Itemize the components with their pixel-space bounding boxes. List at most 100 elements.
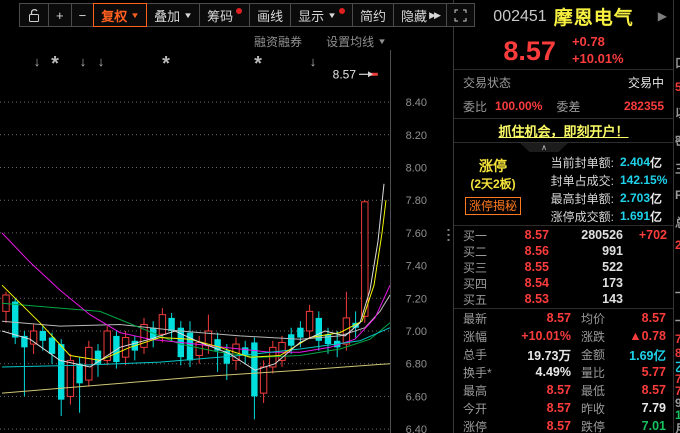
stats-row: 最高 8.57 最低 8.57 bbox=[454, 381, 673, 399]
buy-price: 8.55 bbox=[497, 260, 549, 274]
caret-down-icon: ▼ bbox=[130, 11, 140, 20]
open-account-link[interactable]: 抓住机会，即刻开户！ bbox=[498, 121, 628, 140]
detail-unit: 亿 bbox=[650, 154, 662, 171]
trade-status-value: 交易中 bbox=[628, 74, 664, 91]
chart-toolbar: + − 复权 ▼ 叠加 ▼ 筹码 画线 显示 ▼ 简约 隐藏 ▶▶ bbox=[20, 3, 475, 27]
stat-label: 涨跌 bbox=[581, 328, 623, 345]
trade-status-row: 交易状态 交易中 bbox=[454, 70, 673, 94]
weibi-value: 100.00% bbox=[495, 99, 542, 113]
buy-price: 8.54 bbox=[497, 276, 549, 290]
buy-level-row[interactable]: 买三 8.55 522 bbox=[454, 259, 673, 275]
fullscreen-button[interactable] bbox=[446, 3, 475, 27]
svg-text:*: * bbox=[51, 53, 59, 75]
last-price: 8.57 bbox=[503, 36, 556, 67]
stat-label: 今开 bbox=[463, 400, 505, 417]
stats-row: 涨停 8.57 跌停 7.01 bbox=[454, 417, 673, 433]
detail-row: 涨停成交额: 1.691 亿 bbox=[532, 207, 673, 225]
detail-row: 封单占成交: 142.15% bbox=[532, 171, 673, 189]
detail-label: 涨停成交额: bbox=[532, 208, 614, 225]
zoom-out-button[interactable]: − bbox=[71, 3, 95, 27]
limit-up-tag: 涨停 bbox=[454, 157, 532, 176]
svg-text:6.40: 6.40 bbox=[406, 424, 427, 433]
stats-row: 最新 8.57 均价 8.57 bbox=[454, 309, 673, 327]
simple-mode-button[interactable]: 简约 bbox=[352, 3, 394, 27]
stat-label: 涨幅 bbox=[463, 328, 505, 345]
buy-level-label: 买五 bbox=[463, 291, 497, 308]
detail-label: 封单占成交: bbox=[532, 172, 614, 189]
stat-value: ▲0.78 bbox=[623, 329, 666, 343]
simple-mode-label: 简约 bbox=[360, 6, 386, 25]
hide-button[interactable]: 隐藏 ▶▶ bbox=[393, 3, 447, 27]
hide-label: 隐藏 bbox=[401, 6, 427, 25]
margin-trading-link[interactable]: 融资融券 bbox=[254, 33, 302, 50]
right-sliver: 口5以密三R总2一一78乙7791月 bbox=[673, 0, 680, 433]
svg-text:7.00: 7.00 bbox=[406, 326, 427, 338]
stat-label: 换手* bbox=[463, 364, 505, 381]
limit-up-section: ∧ 涨停 (2天2板) 涨停揭秘 当前封单额: 2.404 亿 封单占成交: 1… bbox=[454, 143, 673, 226]
stat-label: 最新 bbox=[463, 310, 505, 327]
draw-line-button[interactable]: 画线 bbox=[249, 3, 291, 27]
detail-value: 2.703 bbox=[620, 191, 650, 205]
weicha-label: 委差 bbox=[556, 98, 580, 115]
open-account-banner: 抓住机会，即刻开户！ bbox=[454, 119, 673, 143]
detail-label: 当前封单额: bbox=[532, 154, 614, 171]
ma-settings-label: 设置均线 bbox=[326, 33, 374, 50]
buy-delta: +702 bbox=[623, 228, 667, 242]
svg-text:8.40: 8.40 bbox=[406, 97, 427, 109]
stat-value: 1.69亿 bbox=[623, 345, 666, 364]
stat-label: 昨收 bbox=[581, 400, 623, 417]
chips-label: 筹码 bbox=[207, 6, 233, 25]
buy-level-row[interactable]: 买一 8.57 280526 +702 bbox=[454, 227, 673, 243]
caret-down-icon: ▼ bbox=[327, 11, 337, 20]
next-stock-button[interactable]: ▶ bbox=[658, 9, 667, 23]
caret-down-icon: ▼ bbox=[183, 11, 193, 20]
limit-up-streak: (2天2板) bbox=[454, 176, 532, 193]
stat-label: 跌停 bbox=[581, 418, 623, 433]
stat-value: 7.01 bbox=[623, 419, 666, 433]
svg-text:8.57: 8.57 bbox=[333, 67, 357, 81]
stats-row: 总手 19.73万 金额 1.69亿 bbox=[454, 345, 673, 363]
limit-up-details: 当前封单额: 2.404 亿 封单占成交: 142.15% 最高封单额: 2.7… bbox=[532, 153, 673, 225]
collapse-tab[interactable]: ∧ bbox=[520, 143, 568, 152]
draw-line-label: 画线 bbox=[257, 6, 283, 25]
buy-level-row[interactable]: 买二 8.56 991 bbox=[454, 243, 673, 259]
stats-row: 今开 8.57 昨收 7.79 bbox=[454, 399, 673, 417]
ma-settings-dropdown[interactable]: 设置均线 ▼ bbox=[326, 33, 386, 50]
overlay-button[interactable]: 叠加 ▼ bbox=[146, 3, 200, 27]
zoom-in-button[interactable]: + bbox=[48, 3, 72, 27]
change-absolute: +0.78 bbox=[572, 34, 605, 49]
svg-text:7.20: 7.20 bbox=[406, 293, 427, 305]
stats-grid: 最新 8.57 均价 8.57 涨幅 +10.01% 涨跌 ▲0.78 总手 1… bbox=[454, 309, 673, 433]
detail-value: 2.404 bbox=[620, 155, 650, 169]
lock-button[interactable] bbox=[19, 3, 49, 27]
lock-open-icon bbox=[27, 8, 41, 23]
chips-button[interactable]: 筹码 bbox=[199, 3, 250, 27]
stat-value: 19.73万 bbox=[505, 345, 571, 364]
svg-text:*: * bbox=[254, 53, 262, 75]
buy-level-row[interactable]: 买五 8.53 143 bbox=[454, 291, 673, 307]
stat-label: 最低 bbox=[581, 382, 623, 399]
buy-price: 8.53 bbox=[497, 292, 549, 306]
svg-text:7.60: 7.60 bbox=[406, 228, 427, 240]
adjust-price-button[interactable]: 复权 ▼ bbox=[93, 3, 147, 27]
limit-up-reveal-button[interactable]: 涨停揭秘 bbox=[465, 197, 521, 215]
display-button[interactable]: 显示 ▼ bbox=[290, 3, 353, 27]
stat-value: 8.57 bbox=[623, 383, 666, 397]
trade-status-label: 交易状态 bbox=[463, 74, 511, 91]
stat-label: 均价 bbox=[581, 310, 623, 327]
detail-unit: 亿 bbox=[650, 208, 662, 225]
buy-level-label: 买四 bbox=[463, 275, 497, 292]
stat-label: 总手 bbox=[463, 346, 505, 363]
svg-text:7.40: 7.40 bbox=[406, 261, 427, 273]
kline-chart[interactable]: 8.408.208.007.807.607.407.207.006.806.60… bbox=[0, 0, 452, 433]
stat-value: 8.57 bbox=[505, 311, 571, 325]
price-change: +0.78 +10.01% bbox=[572, 34, 624, 68]
buy-level-row[interactable]: 买四 8.54 173 bbox=[454, 275, 673, 291]
buy-volume: 280526 bbox=[549, 228, 623, 242]
svg-text:↓: ↓ bbox=[310, 54, 317, 69]
weibi-label: 委比 bbox=[463, 98, 487, 115]
display-label: 显示 bbox=[298, 6, 324, 25]
detail-value: 1.691 bbox=[620, 209, 650, 223]
stat-value: 7.79 bbox=[623, 401, 666, 415]
buy-level-label: 买二 bbox=[463, 243, 497, 260]
